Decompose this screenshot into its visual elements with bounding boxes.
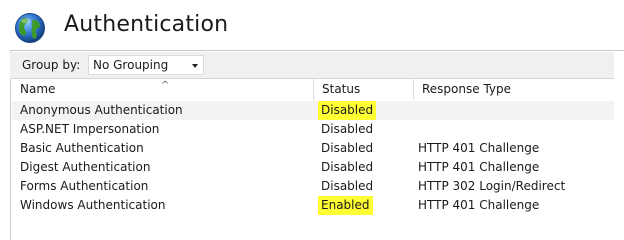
row-status: Disabled: [321, 179, 374, 193]
row-name: ASP.NET Impersonation: [20, 122, 160, 136]
group-by-label: Group by:: [22, 58, 81, 72]
table-row[interactable]: Forms Authentication Disabled HTTP 302 L…: [12, 177, 614, 196]
column-header-response-label: Response Type: [422, 82, 512, 96]
row-name: Forms Authentication: [20, 179, 149, 193]
row-name: Digest Authentication: [20, 160, 151, 174]
sort-ascending-icon: ^: [161, 80, 170, 91]
table-row[interactable]: Anonymous Authentication Disabled: [12, 101, 614, 120]
page-title: Authentication: [64, 12, 229, 37]
toolbar: Group by: No Grouping: [10, 52, 614, 79]
table-row[interactable]: Windows Authentication Enabled HTTP 401 …: [12, 196, 614, 215]
column-header-name-label: Name: [20, 82, 56, 96]
row-status: Enabled: [318, 196, 373, 215]
globe-icon: [15, 13, 45, 43]
column-header-name[interactable]: ^ Name: [12, 79, 314, 100]
row-status: Disabled: [318, 101, 377, 120]
row-name: Anonymous Authentication: [20, 103, 183, 117]
table-row[interactable]: Basic Authentication Disabled HTTP 401 C…: [12, 139, 614, 158]
row-status: Disabled: [321, 122, 374, 136]
group-by-dropdown[interactable]: No Grouping: [88, 55, 204, 75]
column-header-status-label: Status: [322, 82, 361, 96]
group-by-value: No Grouping: [93, 58, 169, 72]
authentication-table: ^ Name Status Response Type Anonymous Au…: [12, 79, 614, 240]
row-name: Windows Authentication: [20, 198, 166, 212]
row-response-type: HTTP 401 Challenge: [418, 198, 540, 212]
row-status: Disabled: [321, 141, 374, 155]
chevron-down-icon: [192, 64, 198, 68]
column-header-status[interactable]: Status: [314, 79, 414, 100]
row-response-type: HTTP 401 Challenge: [418, 141, 540, 155]
column-header-response-type[interactable]: Response Type: [414, 79, 614, 100]
page-header: Authentication: [0, 0, 624, 50]
table-row[interactable]: Digest Authentication Disabled HTTP 401 …: [12, 158, 614, 177]
table-row[interactable]: ASP.NET Impersonation Disabled: [12, 120, 614, 139]
row-status: Disabled: [321, 160, 374, 174]
row-response-type: HTTP 302 Login/Redirect: [418, 179, 566, 193]
row-name: Basic Authentication: [20, 141, 144, 155]
row-response-type: HTTP 401 Challenge: [418, 160, 540, 174]
